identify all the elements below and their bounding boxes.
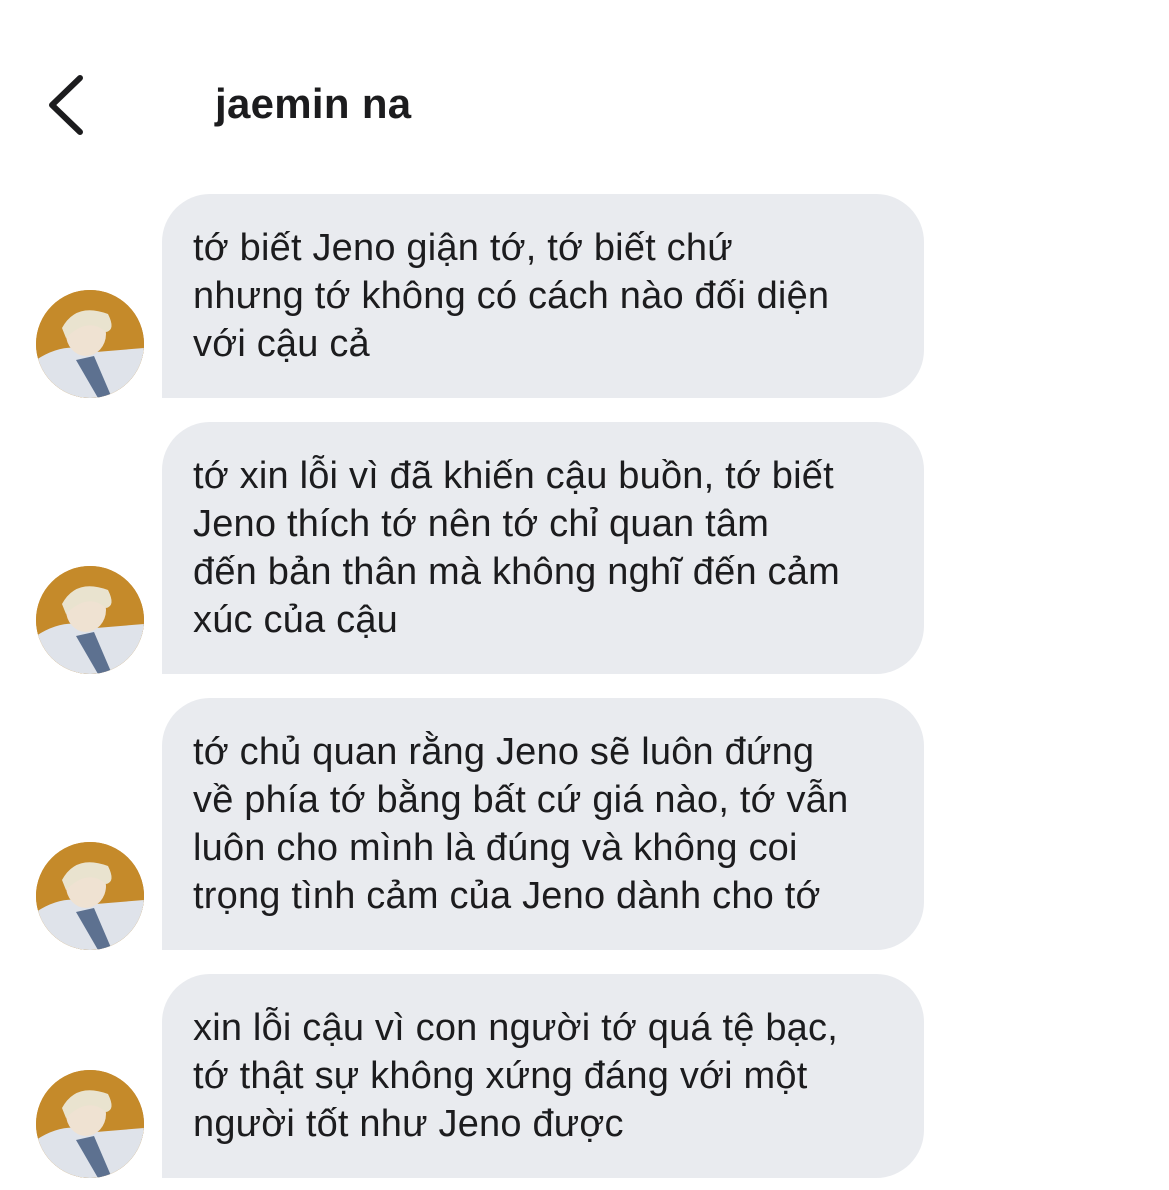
message-row: tớ chủ quan rằng Jeno sẽ luôn đứng về ph…	[0, 698, 1169, 950]
message-bubble: xin lỗi cậu vì con người tớ quá tệ bạc, …	[162, 974, 924, 1178]
message-row: tớ biết Jeno giận tớ, tớ biết chứ nhưng …	[0, 194, 1169, 398]
message-row: xin lỗi cậu vì con người tớ quá tệ bạc, …	[0, 974, 1169, 1178]
chevron-left-icon	[49, 75, 83, 135]
avatar[interactable]	[36, 566, 144, 674]
contact-name[interactable]: jaemin na	[215, 76, 411, 132]
message-bubble: tớ biết Jeno giận tớ, tớ biết chứ nhưng …	[162, 194, 924, 398]
back-button[interactable]	[38, 70, 98, 140]
chat-header: jaemin na	[0, 0, 1169, 180]
message-row: tớ xin lỗi vì đã khiến cậu buồn, tớ biết…	[0, 422, 1169, 674]
avatar[interactable]	[36, 1070, 144, 1178]
message-bubble: tớ xin lỗi vì đã khiến cậu buồn, tớ biết…	[162, 422, 924, 674]
avatar[interactable]	[36, 290, 144, 398]
message-bubble: tớ chủ quan rằng Jeno sẽ luôn đứng về ph…	[162, 698, 924, 950]
avatar[interactable]	[36, 842, 144, 950]
